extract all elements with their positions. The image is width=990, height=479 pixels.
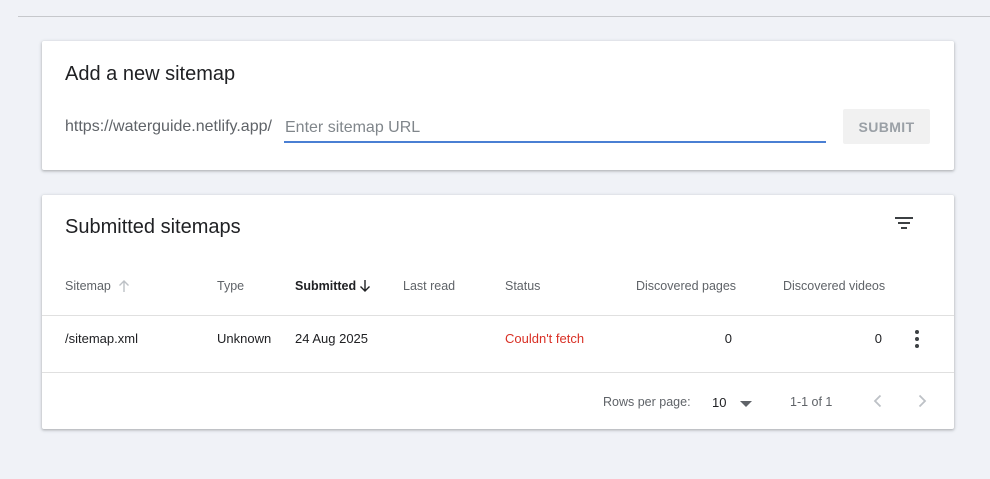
sitemap-url-input[interactable]: [284, 115, 826, 143]
sitemap-url-prefix: https://waterguide.netlify.app/: [65, 118, 272, 135]
column-header-sitemap[interactable]: Sitemap: [65, 279, 111, 293]
add-sitemap-title: Add a new sitemap: [65, 63, 236, 85]
submit-button[interactable]: SUBMIT: [843, 109, 930, 144]
sitemap-cell[interactable]: /sitemap.xml: [65, 331, 138, 346]
next-page-icon[interactable]: [912, 391, 932, 411]
sort-descending-icon[interactable]: [359, 279, 371, 293]
filter-icon[interactable]: [893, 215, 917, 235]
column-header-submitted[interactable]: Submitted: [295, 279, 356, 293]
more-options-icon[interactable]: [910, 329, 924, 349]
previous-page-icon[interactable]: [868, 391, 888, 411]
row-divider: [42, 372, 954, 373]
type-cell: Unknown: [217, 331, 272, 346]
status-cell: Couldn't fetch: [505, 331, 585, 346]
submitted-cell: 24 Aug 2025: [295, 331, 369, 346]
header-divider: [42, 315, 954, 316]
add-sitemap-card: Add a new sitemap https://waterguide.net…: [42, 41, 954, 170]
rows-per-page-select[interactable]: 10: [710, 392, 756, 412]
rows-per-page-label: Rows per page:: [603, 395, 691, 409]
column-header-status[interactable]: Status: [505, 279, 540, 293]
discovered-pages-cell: 0: [724, 331, 732, 346]
sort-ascending-icon[interactable]: [118, 279, 130, 293]
submitted-sitemaps-card: Submitted sitemaps Sitemap Type Submitte…: [42, 195, 954, 429]
column-header-discovered-pages[interactable]: Discovered pages: [636, 279, 736, 293]
discovered-videos-cell: 0: [874, 331, 882, 346]
pagination-range: 1-1 of 1: [790, 395, 833, 409]
dropdown-caret-icon: [740, 401, 752, 407]
column-header-type[interactable]: Type: [217, 279, 244, 293]
column-header-discovered-videos[interactable]: Discovered videos: [783, 279, 885, 293]
submitted-sitemaps-title: Submitted sitemaps: [65, 216, 241, 238]
top-divider: [18, 16, 990, 17]
rows-per-page-value: 10: [712, 395, 727, 410]
column-header-last-read[interactable]: Last read: [403, 279, 455, 293]
